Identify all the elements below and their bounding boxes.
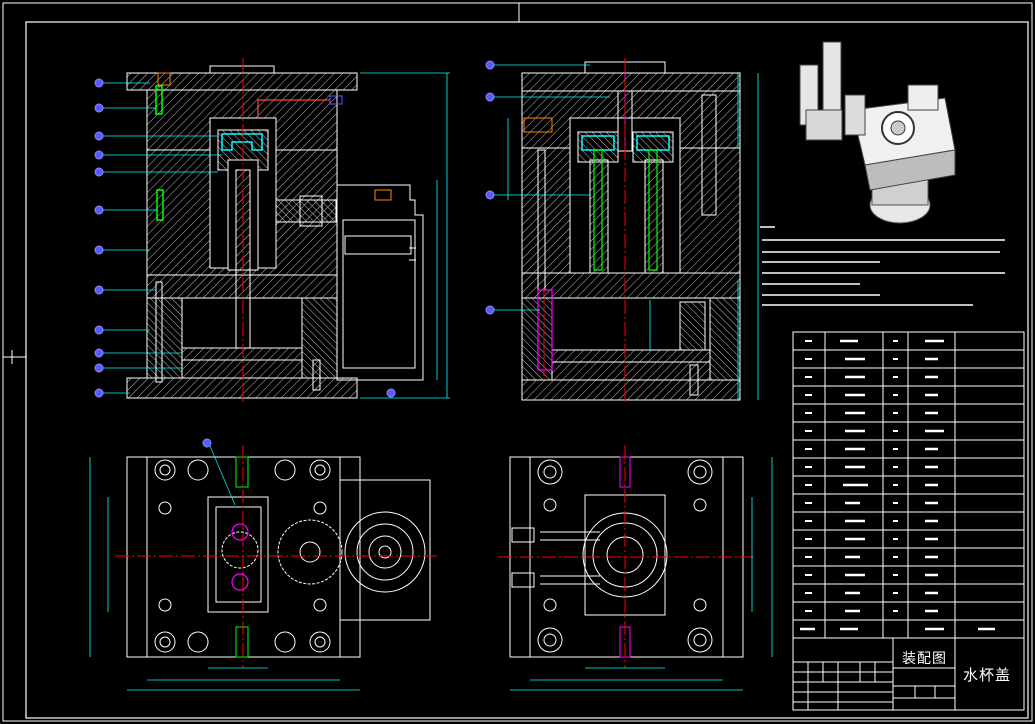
side-section-view — [485, 58, 759, 405]
top-view-moving-half — [89, 438, 440, 691]
drawing-title-assembly: 装配图 — [902, 651, 947, 667]
drawing-title-part: 水杯盖 — [963, 666, 1012, 684]
parts-list-table — [792, 331, 1025, 639]
cad-drawing-canvas — [2, 2, 1033, 722]
top-view-fixed-half — [498, 445, 773, 691]
front-section-view — [94, 58, 450, 405]
technical-notes — [760, 226, 1005, 306]
mold-3d-render-icon — [799, 41, 956, 224]
